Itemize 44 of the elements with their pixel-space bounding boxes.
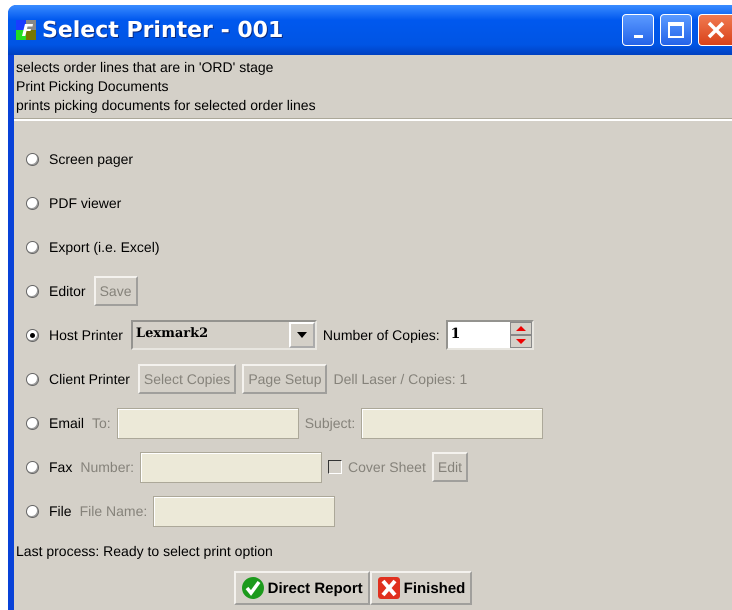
- option-label[interactable]: Editor: [49, 283, 86, 299]
- field-label: Number of Copies:: [322, 327, 440, 343]
- field-label: Number:: [80, 459, 134, 475]
- caret-icon: [296, 332, 307, 338]
- radio-button[interactable]: [26, 196, 39, 210]
- maximize-button[interactable]: [660, 14, 692, 46]
- printer-dropdown[interactable]: Lexmark2: [130, 320, 317, 350]
- spin-arrows-icon: [510, 322, 532, 348]
- option-label[interactable]: PDF viewer: [49, 195, 122, 211]
- option-label[interactable]: Host Printer: [49, 327, 123, 343]
- option-label[interactable]: Client Printer: [49, 371, 130, 387]
- radio-button[interactable]: [26, 284, 39, 298]
- radio-button[interactable]: [26, 240, 39, 254]
- option-label[interactable]: Export (i.e. Excel): [49, 239, 160, 255]
- checkmark-icon: [240, 576, 265, 600]
- radio-button[interactable]: [26, 416, 39, 430]
- description-line: Print Picking Documents: [16, 77, 170, 96]
- radio-button[interactable]: [26, 460, 39, 474]
- close-button[interactable]: [698, 14, 732, 46]
- dialog-button[interactable]: Direct Report: [234, 571, 370, 605]
- option-label[interactable]: File: [49, 503, 72, 519]
- field-label: File Name:: [80, 503, 148, 519]
- maximize-icon: [667, 21, 685, 39]
- minimize-icon: [634, 34, 642, 38]
- radio-button[interactable]: [26, 152, 39, 166]
- description-line: prints picking documents for selected order lines: [16, 96, 317, 115]
- option-label[interactable]: Email: [49, 415, 84, 431]
- field-label: To:: [92, 415, 111, 431]
- close-icon: [706, 20, 726, 40]
- minimize-button[interactable]: [622, 14, 654, 46]
- dialog-button[interactable]: Finished: [370, 571, 472, 605]
- cross-icon: [376, 576, 401, 600]
- field-label: Subject:: [304, 415, 356, 431]
- field-label: Dell Laser / Copies: 1: [333, 371, 468, 387]
- option-label[interactable]: Fax: [49, 459, 72, 475]
- window-title: Select Printer - 001: [42, 18, 284, 42]
- radio-button[interactable]: [26, 504, 39, 518]
- description-line: selects order lines that are in 'ORD' stage: [16, 58, 274, 77]
- option-label[interactable]: Screen pager: [49, 151, 134, 167]
- radio-button[interactable]: [26, 328, 39, 342]
- radio-button[interactable]: [26, 372, 39, 386]
- app-logo-icon: [16, 20, 36, 40]
- copies-spinner[interactable]: 1: [446, 320, 534, 350]
- status-text: Last process: Ready to select print option: [15, 542, 274, 559]
